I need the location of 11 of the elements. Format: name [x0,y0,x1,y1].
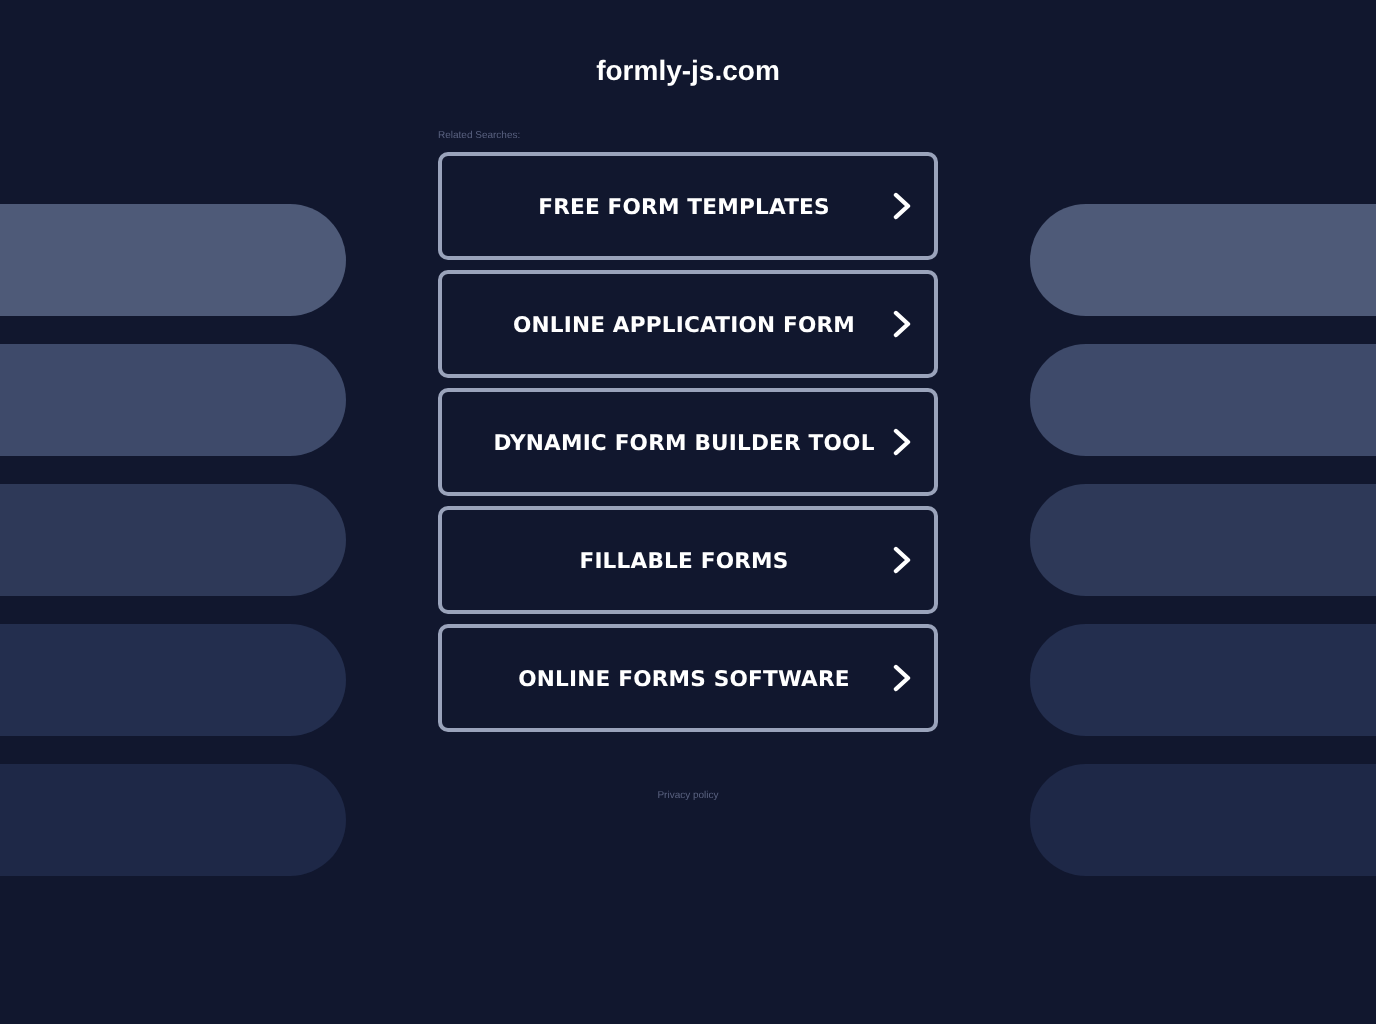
search-link-button[interactable]: DYNAMIC FORM BUILDER TOOL [438,388,938,496]
search-link-button[interactable]: ONLINE FORMS SOFTWARE [438,624,938,732]
chevron-right-icon [892,546,912,574]
chevron-right-icon [892,428,912,456]
search-link-button[interactable]: ONLINE APPLICATION FORM [438,270,938,378]
chevron-right-icon [892,664,912,692]
search-link-button[interactable]: FREE FORM TEMPLATES [438,152,938,260]
search-link-button[interactable]: FILLABLE FORMS [438,506,938,614]
chevron-right-icon [892,192,912,220]
site-title: formly-js.com [596,54,780,86]
chevron-right-icon [892,310,912,338]
